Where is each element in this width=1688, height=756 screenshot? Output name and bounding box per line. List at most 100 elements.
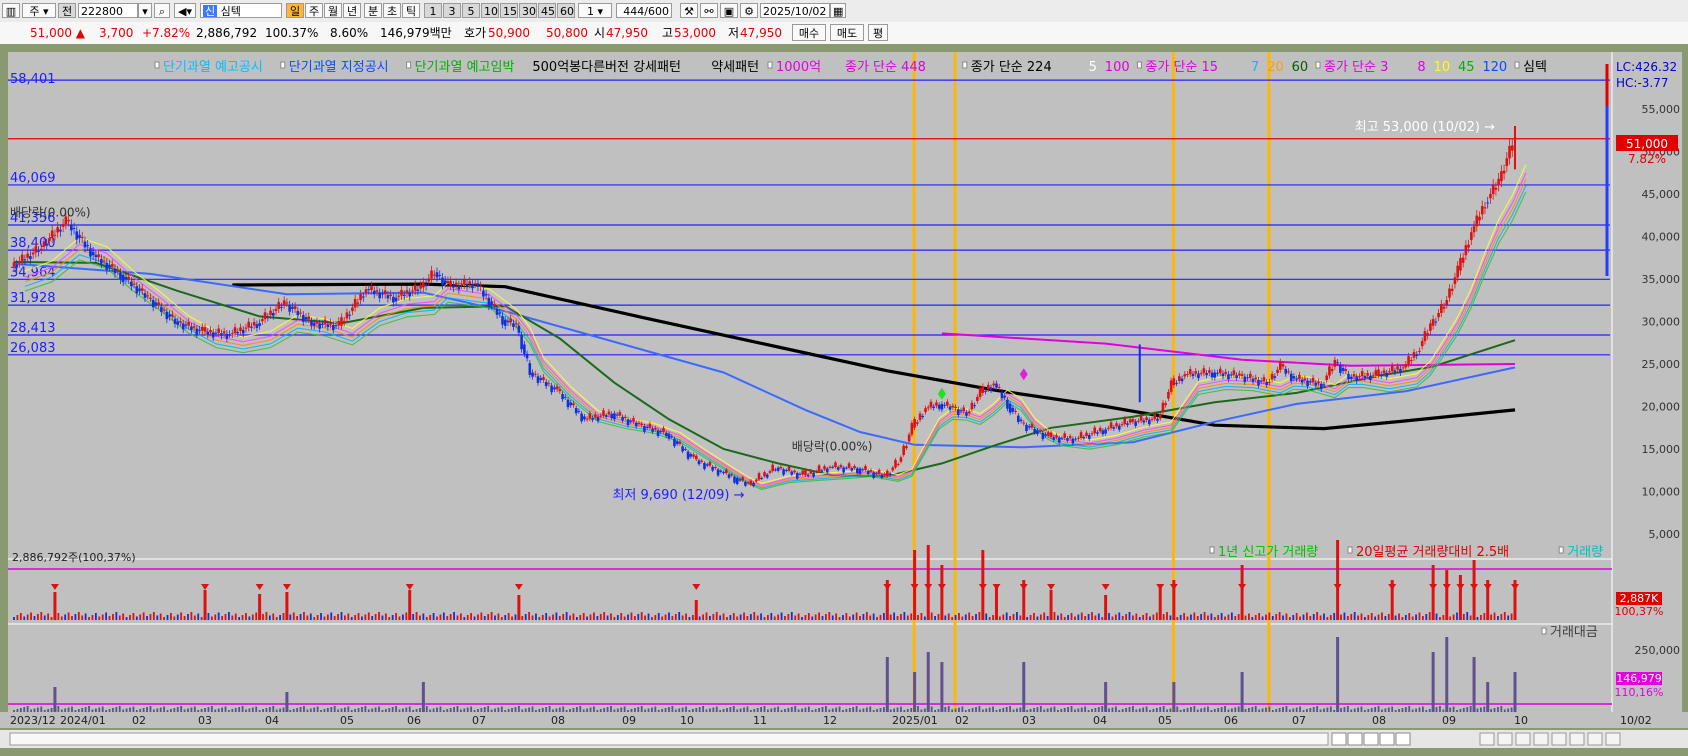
candle [211,332,215,338]
amount-bar [1114,706,1117,712]
num-5[interactable]: 5 [462,3,480,18]
amount-bar [1244,709,1247,712]
tool-icon[interactable]: ⚒ [680,3,698,18]
tab-day[interactable]: 일 [286,3,304,18]
num-60[interactable]: 60 [557,3,575,18]
calendar-icon[interactable]: ▦ [830,3,846,18]
amount-bar [992,706,994,712]
gear-icon[interactable]: ⚙ [740,3,758,18]
sin-icon: 신 [203,5,218,18]
period-select[interactable]: 주 ▾ [22,3,56,18]
count-input[interactable]: 444/600 [616,3,672,18]
tab-minute[interactable]: 분 [364,3,382,18]
volume-bar [497,613,500,620]
volume-bar [968,612,971,620]
step-select[interactable]: 1 ▾ [578,3,612,18]
num-15[interactable]: 15 [500,3,518,18]
tab-year[interactable]: 년 [343,3,361,18]
zoom-tool-icon[interactable] [1569,732,1585,746]
volume-bar [654,615,657,620]
volume-bar [251,614,254,620]
volume-bar [845,613,848,620]
zoom-tool-icon[interactable] [1515,732,1531,746]
stock-name-field[interactable]: 신 심텍 [200,3,282,18]
amount-bar [340,708,343,712]
chart-menu-icon[interactable]: ▥ [2,3,20,18]
volume-bar [173,616,176,620]
candle [1467,244,1470,248]
volume-bar [470,613,473,620]
amount-bar [1152,709,1155,712]
volume-bar [1258,613,1261,620]
volume-bar [1118,612,1121,620]
volume-bar [811,616,814,620]
volume-bar [412,614,415,620]
amount-bar [565,710,568,712]
volume-bar [1469,615,1472,620]
volume-bar [436,616,438,620]
candle [596,416,600,422]
num-30[interactable]: 30 [519,3,537,18]
amount-bar [357,708,360,712]
num-3[interactable]: 3 [443,3,461,18]
candle [1224,371,1228,374]
search-icon[interactable]: ⌕ [154,3,170,18]
volume-bar [36,614,39,620]
candle [1052,437,1056,440]
zoom-tool-icon[interactable] [1479,732,1495,746]
sound-icon[interactable]: ◀▾ [174,3,196,18]
scroll-control-icon[interactable] [1331,732,1347,746]
amount-bar [1097,707,1100,712]
num-45[interactable]: 45 [538,3,556,18]
tab-tick[interactable]: 틱 [402,3,420,18]
zoom-tool-icon[interactable] [1587,732,1603,746]
prev-button[interactable]: 전 [58,3,76,18]
amount-bar [210,706,213,712]
link-icon[interactable]: ⚯ [700,3,718,18]
tab-month[interactable]: 월 [324,3,342,18]
buy-button[interactable]: 매수 [792,24,826,41]
amount-bar [1401,708,1404,712]
eval-button[interactable]: 평 [868,24,888,41]
candle [1505,158,1509,166]
amount-bar [1091,709,1093,712]
code-dropdown-icon[interactable]: ▾ [138,3,152,18]
num-1[interactable]: 1 [424,3,442,18]
tab-second[interactable]: 초 [383,3,401,18]
volume-bar [787,614,790,620]
zoom-tool-icon[interactable] [1605,732,1621,746]
amount-bar [1490,709,1493,712]
amount-bar [1046,708,1049,712]
scroll-control-icon[interactable] [1347,732,1363,746]
candle [378,292,381,299]
scroll-control-icon[interactable] [1379,732,1395,746]
stock-chart[interactable]: 58,40146,06941,35638,40034,96431,92828,4… [0,44,1688,756]
volume-bar [1002,614,1005,620]
amount-bar [865,707,868,712]
amount-bar [466,707,469,712]
zoom-tool-icon[interactable] [1497,732,1513,746]
amount-bar [780,710,783,712]
sell-button[interactable]: 매도 [830,24,864,41]
candle [1450,288,1454,291]
scroll-control-icon[interactable] [1395,732,1411,746]
zoom-tool-icon[interactable] [1551,732,1567,746]
date-input[interactable]: 2025/10/02 [760,3,830,18]
save-icon[interactable]: ▣ [720,3,738,18]
candle [479,285,482,287]
volume-bar [582,613,585,620]
scroll-control-icon[interactable] [1363,732,1379,746]
volume-bar [1152,614,1155,620]
amount-bar [367,709,370,712]
zoom-tool-icon[interactable] [1533,732,1549,746]
scroll-track[interactable] [9,732,1329,746]
num-10[interactable]: 10 [481,3,499,18]
candle [389,294,392,296]
volume-bar [678,612,681,620]
candle [1150,419,1154,421]
candle [602,410,605,416]
tab-week[interactable]: 주 [305,3,323,18]
candle [241,329,245,334]
code-input[interactable]: 222800 [78,3,138,18]
candle [1459,258,1462,271]
